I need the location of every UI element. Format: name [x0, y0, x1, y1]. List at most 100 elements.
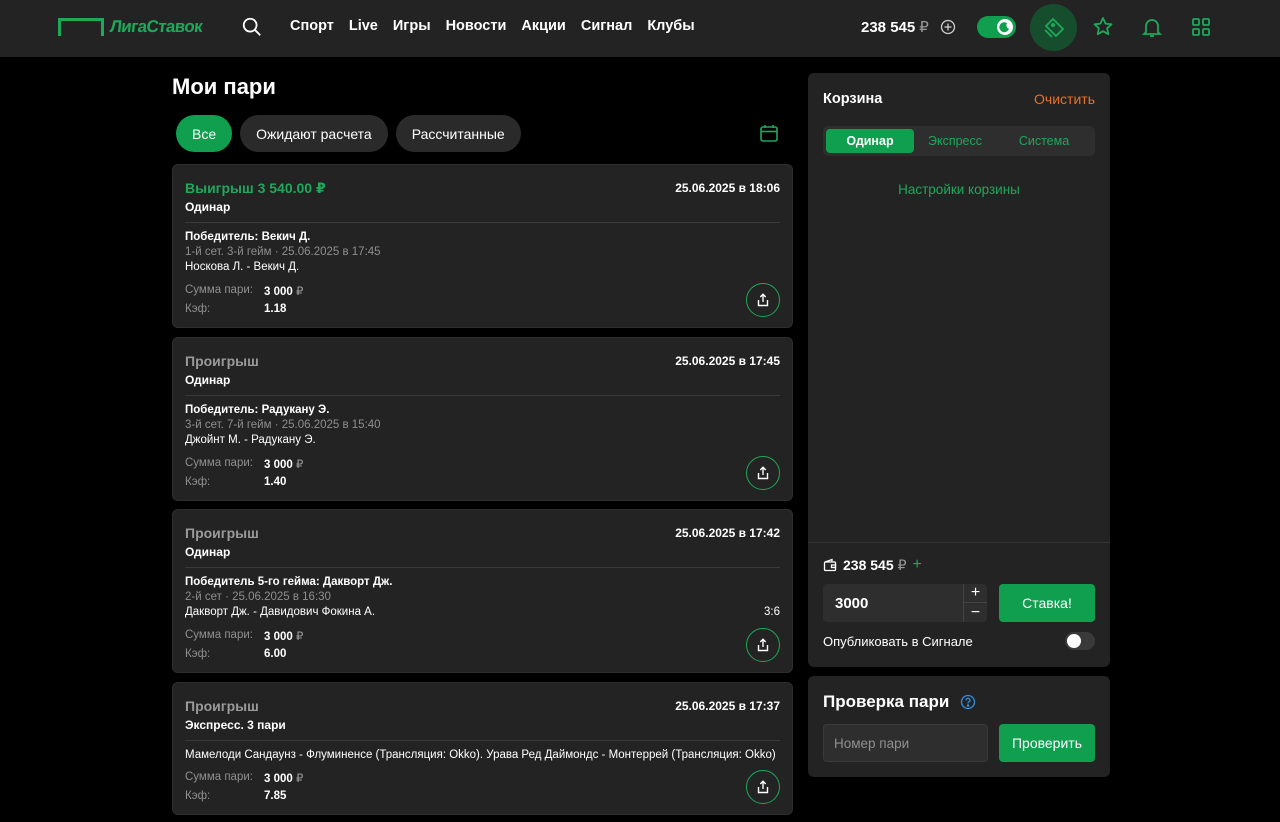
cart-settings-link[interactable]: Настройки корзины [808, 182, 1110, 197]
cart-tabs: Одинар Экспресс Система [823, 126, 1095, 156]
bet-match: Носкова Л. - Векич Д. [185, 261, 300, 273]
amount-stepper: + − [963, 584, 987, 622]
nav-item-news[interactable]: Новости [446, 17, 507, 35]
stake-value: 3 000 ₽ [264, 459, 304, 471]
share-button[interactable] [746, 770, 780, 804]
stake-label: Сумма пари: [185, 629, 253, 641]
tab-system[interactable]: Система [996, 129, 1092, 153]
odds-value: 1.18 [264, 303, 287, 315]
bet-status: Проигрыш [185, 525, 259, 541]
share-icon [757, 466, 769, 480]
decrease-amount-button[interactable]: − [964, 603, 987, 622]
bet-status: Проигрыш [185, 698, 259, 714]
stake-value: 3 000 ₽ [264, 631, 304, 643]
calendar-icon[interactable] [759, 123, 779, 143]
balance-amount: 238 545 [861, 19, 916, 36]
clear-cart-button[interactable]: Очистить [1034, 91, 1095, 107]
card-divider [185, 395, 780, 396]
nav-item-games[interactable]: Игры [393, 17, 431, 35]
share-icon [757, 638, 769, 652]
logo[interactable]: ЛигаСтавок [58, 17, 203, 37]
filter-settled[interactable]: Рассчитанные [395, 115, 521, 152]
bet-score: 3:6 [764, 606, 780, 618]
publish-signal-toggle[interactable] [1065, 632, 1095, 650]
wallet-icon [823, 558, 837, 572]
tab-single[interactable]: Одинар [826, 129, 914, 153]
bet-slip-button[interactable] [1030, 4, 1077, 51]
stake-value: 3 000 ₽ [264, 773, 304, 785]
bet-meta: 2-й сет · 25.06.2025 в 16:30 [185, 591, 331, 603]
bet-type: Экспресс. 3 пари [185, 718, 286, 732]
cart-divider [808, 542, 1110, 543]
place-bet-button[interactable]: Ставка! [999, 584, 1095, 622]
publish-signal-label: Опубликовать в Сигнале [823, 634, 973, 649]
bet-date: 25.06.2025 в 18:06 [675, 181, 780, 195]
bet-meta: 1-й сет. 3-й гейм · 25.06.2025 в 17:45 [185, 246, 381, 258]
bet-status: Выигрыш 3 540.00 ₽ [185, 180, 326, 196]
apps-grid-icon[interactable] [1189, 15, 1213, 39]
stake-amount-input[interactable]: 3000 + − [823, 584, 987, 622]
bet-type: Одинар [185, 545, 231, 559]
nav-item-sport[interactable]: Спорт [290, 17, 334, 35]
moon-icon [997, 19, 1013, 35]
share-button[interactable] [746, 628, 780, 662]
star-icon[interactable] [1091, 15, 1115, 39]
stake-label: Сумма пари: [185, 284, 253, 296]
bet-card[interactable]: Проигрыш 25.06.2025 в 17:42 Одинар Побед… [172, 509, 793, 673]
bet-meta: 3-й сет. 7-й гейм · 25.06.2025 в 15:40 [185, 419, 381, 431]
page-title: Мои пари [172, 74, 276, 99]
check-bet-title: Проверка пари [823, 692, 950, 711]
odds-label: Кэф: [185, 303, 211, 315]
header-balance[interactable]: 238 545 ₽ [861, 18, 929, 36]
stake-value: 3 000 ₽ [264, 286, 304, 298]
coupon-icon [1043, 17, 1064, 38]
check-bet-button[interactable]: Проверить [999, 724, 1095, 762]
cart-balance: 238 545 ₽ + [823, 556, 922, 574]
nav-item-signal[interactable]: Сигнал [581, 17, 632, 35]
search-icon[interactable] [241, 16, 263, 38]
nav-item-live[interactable]: Live [349, 17, 378, 35]
share-button[interactable] [746, 456, 780, 490]
card-divider [185, 740, 780, 741]
bet-selection: Победитель 5-го гейма: Дакворт Дж. [185, 576, 393, 588]
bet-selection: Победитель: Радукану Э. [185, 404, 330, 416]
bet-card[interactable]: Проигрыш 25.06.2025 в 17:37 Экспресс. 3 … [172, 682, 793, 815]
tab-express[interactable]: Экспресс [914, 129, 996, 153]
bet-type: Одинар [185, 200, 231, 214]
bell-icon[interactable] [1140, 15, 1164, 39]
card-divider [185, 222, 780, 223]
help-icon[interactable] [960, 694, 976, 710]
filter-all[interactable]: Все [176, 115, 233, 152]
deposit-plus-icon[interactable] [940, 19, 956, 35]
odds-value: 1.40 [264, 476, 287, 488]
check-bet-panel: Проверка пари Проверить [808, 676, 1110, 777]
bet-selection: Победитель: Векич Д. [185, 231, 311, 243]
cart-title: Корзина [823, 91, 883, 107]
card-divider [185, 567, 780, 568]
nav-item-promos[interactable]: Акции [521, 17, 565, 35]
share-icon [757, 293, 769, 307]
share-button[interactable] [746, 283, 780, 317]
stake-label: Сумма пари: [185, 457, 253, 469]
bet-date: 25.06.2025 в 17:45 [675, 354, 780, 368]
bet-card[interactable]: Выигрыш 3 540.00 ₽ 25.06.2025 в 18:06 Од… [172, 164, 793, 328]
filter-pending[interactable]: Ожидают расчета [240, 115, 388, 152]
odds-label: Кэф: [185, 476, 211, 488]
bet-date: 25.06.2025 в 17:42 [675, 526, 780, 540]
cart-deposit-plus-icon[interactable]: + [913, 556, 922, 574]
bet-date: 25.06.2025 в 17:37 [675, 699, 780, 713]
odds-label: Кэф: [185, 790, 211, 802]
bet-filters: Все Ожидают расчета Рассчитанные [176, 115, 529, 152]
bet-slip-panel: Корзина Очистить Одинар Экспресс Система… [808, 73, 1110, 667]
bet-type: Одинар [185, 373, 231, 387]
bet-match: Дакворт Дж. - Давидович Фокина А. [185, 606, 376, 618]
increase-amount-button[interactable]: + [964, 584, 987, 603]
stake-amount-value: 3000 [835, 595, 869, 612]
bet-number-input[interactable] [823, 724, 988, 762]
nav-item-clubs[interactable]: Клубы [647, 17, 694, 35]
theme-toggle[interactable] [977, 16, 1016, 38]
bet-card[interactable]: Проигрыш 25.06.2025 в 17:45 Одинар Побед… [172, 337, 793, 501]
logo-mark [58, 18, 104, 36]
odds-value: 6.00 [264, 648, 287, 660]
odds-label: Кэф: [185, 648, 211, 660]
